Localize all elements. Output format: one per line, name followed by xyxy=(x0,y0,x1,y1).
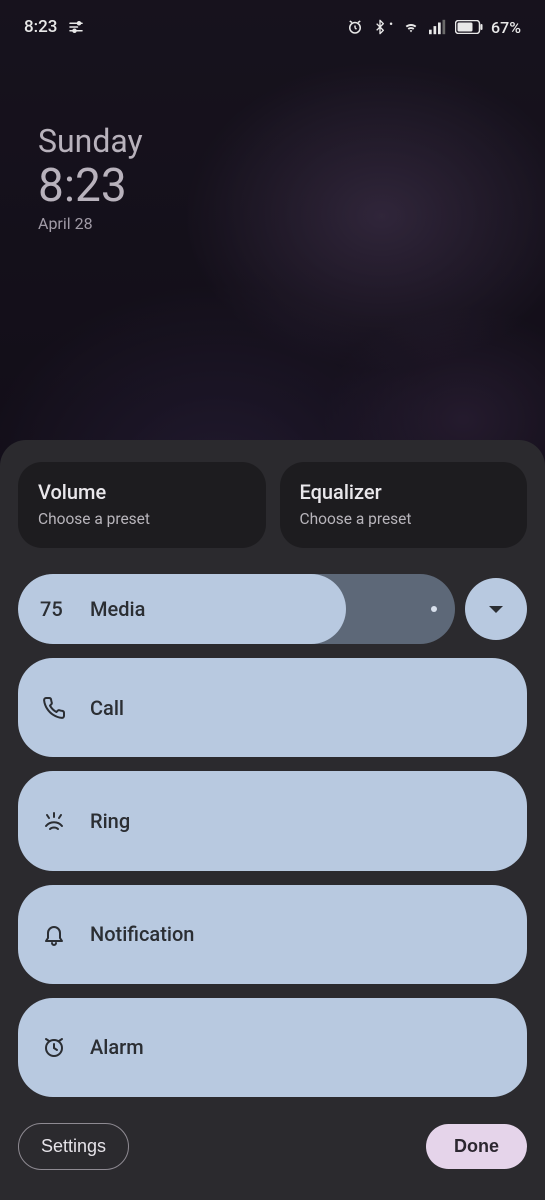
alarm-slider[interactable]: Alarm xyxy=(18,998,527,1097)
lock-time: 8:23 xyxy=(38,162,143,210)
ring-slider[interactable]: Ring xyxy=(18,771,527,870)
status-time: 8:23 xyxy=(24,17,57,37)
volume-preset-subtitle: Choose a preset xyxy=(38,510,246,528)
battery-percent: 67% xyxy=(491,18,521,37)
lock-date: April 28 xyxy=(38,214,143,233)
equalizer-preset-card[interactable]: Equalizer Choose a preset xyxy=(280,462,528,548)
notification-slider[interactable]: Notification xyxy=(18,885,527,984)
media-slider[interactable]: 75 Media xyxy=(18,574,455,644)
signal-icon xyxy=(429,19,447,35)
settings-button[interactable]: Settings xyxy=(18,1123,129,1170)
alarm-icon xyxy=(40,1033,68,1061)
call-slider[interactable]: Call xyxy=(18,658,527,757)
tuner-icon xyxy=(67,18,85,36)
battery-icon xyxy=(455,20,483,34)
equalizer-preset-title: Equalizer xyxy=(300,480,508,504)
expand-button[interactable] xyxy=(465,578,527,640)
ring-label: Ring xyxy=(90,809,130,833)
media-value: 75 xyxy=(40,597,68,621)
chevron-down-icon xyxy=(488,600,504,619)
media-max-dot xyxy=(431,606,437,612)
alarm-label: Alarm xyxy=(90,1035,144,1059)
notification-label: Notification xyxy=(90,922,194,946)
lock-clock: Sunday 8:23 April 28 xyxy=(38,122,143,233)
equalizer-preset-subtitle: Choose a preset xyxy=(300,510,508,528)
phone-icon xyxy=(40,694,68,722)
media-label: Media xyxy=(90,597,145,621)
alarm-status-icon xyxy=(346,18,364,36)
volume-preset-card[interactable]: Volume Choose a preset xyxy=(18,462,266,548)
wifi-icon xyxy=(401,19,421,35)
status-bar: 8:23 • 67% xyxy=(0,0,545,54)
call-label: Call xyxy=(90,696,124,720)
bell-icon xyxy=(40,920,68,948)
ring-icon xyxy=(40,807,68,835)
done-button[interactable]: Done xyxy=(426,1124,527,1169)
lock-day: Sunday xyxy=(38,122,143,160)
bluetooth-icon: • xyxy=(372,18,393,36)
volume-panel: Volume Choose a preset Equalizer Choose … xyxy=(0,440,545,1200)
volume-preset-title: Volume xyxy=(38,480,246,504)
